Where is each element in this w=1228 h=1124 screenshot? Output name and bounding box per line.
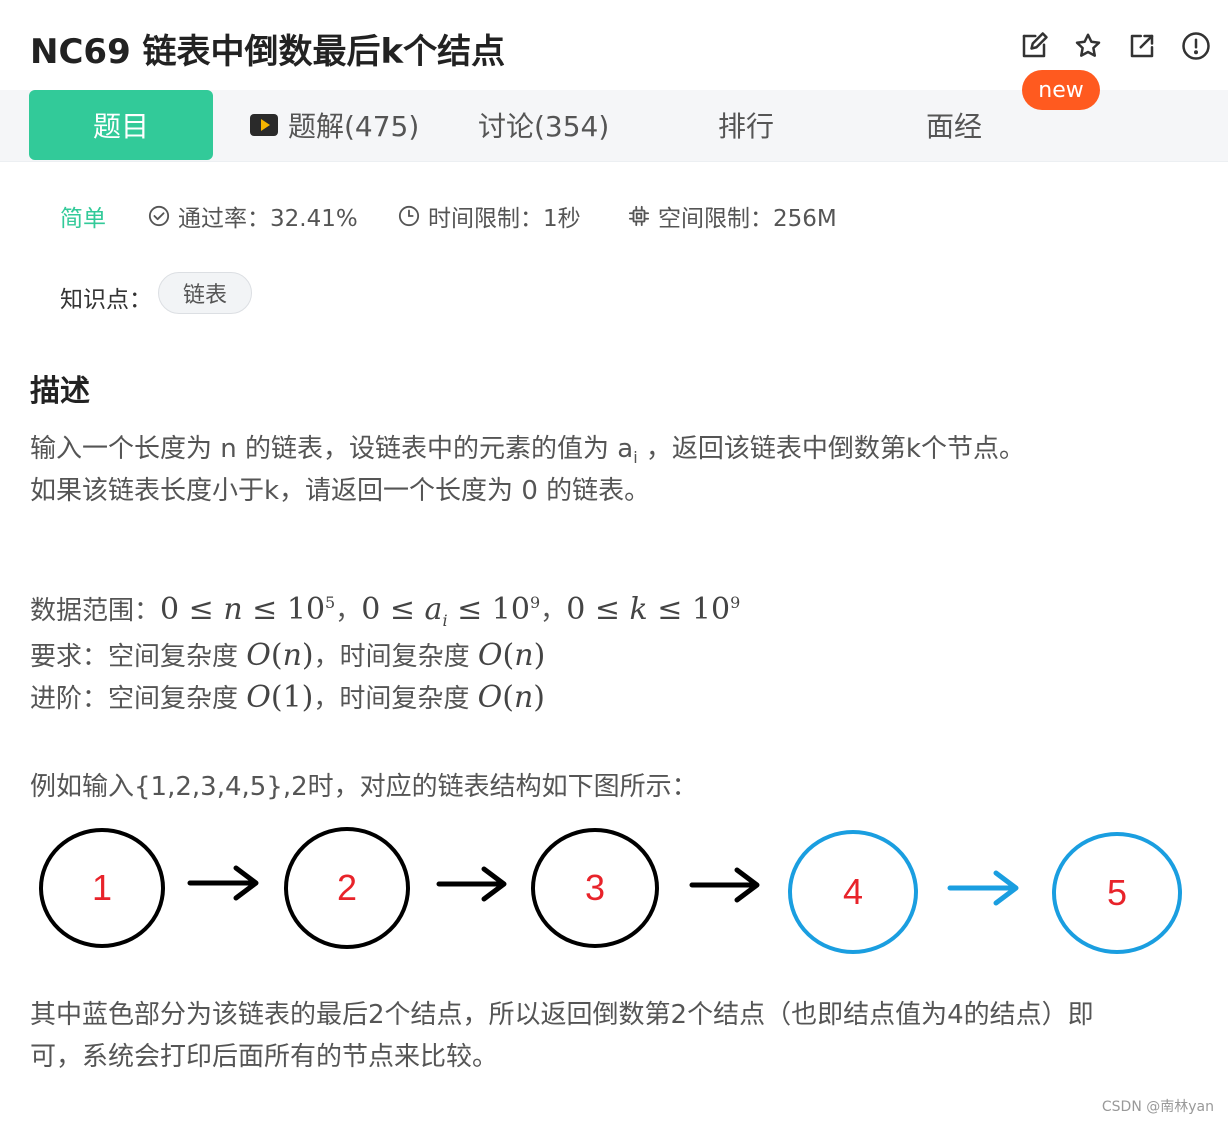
node-value: 5 — [1107, 872, 1127, 913]
toolbar-icons — [1018, 28, 1228, 64]
list-node: 3 — [531, 828, 659, 948]
difficulty-label: 简单 — [60, 206, 106, 232]
node-value: 4 — [843, 871, 863, 912]
chip-icon — [628, 205, 650, 227]
tab-label: 题目 — [92, 110, 149, 143]
time-limit-text: 时间限制：1秒 — [428, 206, 581, 232]
range-label: 数据范围： — [30, 596, 161, 626]
data-range-line: 数据范围：0 ≤ n ≤ 105，0 ≤ ai ≤ 109，0 ≤ k ≤ 10… — [30, 592, 741, 630]
arrow — [436, 866, 507, 902]
explanation-line-1: 其中蓝色部分为该链表的最后2个结点，所以返回倒数第2个结点（也即结点值为4的结点… — [30, 1000, 1094, 1030]
node-value: 1 — [92, 867, 112, 908]
list-node: 2 — [284, 827, 410, 949]
linked-list-diagram: 1 2 3 4 5 — [39, 827, 1182, 954]
new-badge: new — [1022, 70, 1100, 110]
range-formula: 0 ≤ k ≤ 109 — [566, 592, 741, 627]
req-label: 要求：空间复杂度 — [30, 642, 247, 672]
tab-discussion[interactable]: 讨论(354) — [478, 90, 609, 160]
check-circle-icon — [148, 205, 170, 227]
complexity-formula: O(n) — [246, 638, 314, 673]
knowledge-label: 知识点： — [60, 287, 152, 313]
range-formula: 0 ≤ ai ≤ 109 — [361, 592, 541, 630]
desc-text: 输入一个长度为 n 的链表，设链表中的元素的值为 a — [30, 434, 634, 464]
time-limit: 时间限制：1秒 — [398, 198, 581, 234]
tab-ranking[interactable]: 排行 — [718, 90, 774, 160]
list-node-highlighted: 5 — [1052, 832, 1182, 954]
star-icon[interactable] — [1072, 28, 1104, 64]
advanced-line: 进阶：空间复杂度 O(1)，时间复杂度 O(n) — [30, 678, 545, 715]
description-heading: 描述 — [30, 374, 90, 409]
explanation-line-2: 可，系统会打印后面所有的节点来比较。 — [30, 1042, 499, 1072]
adv-label: 进阶：空间复杂度 — [30, 684, 247, 714]
space-limit: 空间限制：256M — [628, 198, 837, 234]
description-line-1: 输入一个长度为 n 的链表，设链表中的元素的值为 ai ，返回该链表中倒数第k个… — [30, 428, 1025, 467]
complexity-formula: O(1) — [246, 680, 314, 715]
pass-rate-text: 通过率：32.41% — [178, 206, 358, 232]
clock-icon — [398, 205, 420, 227]
description-line-2: 如果该链表长度小于k，请返回一个长度为 0 的链表。 — [30, 476, 651, 506]
list-node: 1 — [39, 828, 165, 948]
complexity-formula: O(n) — [477, 680, 546, 715]
arrow — [187, 865, 259, 901]
node-value: 3 — [585, 867, 605, 908]
requirement-line: 要求：空间复杂度 O(n)，时间复杂度 O(n) — [30, 636, 545, 673]
arrow-highlighted — [947, 870, 1019, 906]
tab-solutions[interactable]: 题解(475) — [250, 90, 419, 160]
tab-label: 排行 — [718, 110, 775, 143]
adv-mid: ，时间复杂度 — [313, 684, 478, 714]
arrow — [689, 867, 760, 903]
report-icon[interactable] — [1180, 28, 1212, 64]
edit-icon[interactable] — [1018, 28, 1050, 64]
req-mid: ，时间复杂度 — [313, 642, 478, 672]
knowledge-tag[interactable]: 链表 — [158, 272, 252, 314]
tab-label: 面经 — [926, 110, 983, 143]
tab-label: 讨论(354) — [478, 110, 610, 143]
problem-meta: 简单 通过率：32.41% 时间限制：1秒 空间限制：256M — [0, 198, 1000, 234]
range-formula: 0 ≤ n ≤ 105 — [160, 592, 336, 627]
desc-text: ，返回该链表中倒数第k个节点。 — [637, 434, 1025, 464]
tab-label: 题解(475) — [288, 110, 420, 143]
example-line: 例如输入{1,2,3,4,5},2时，对应的链表结构如下图所示： — [30, 772, 698, 802]
space-limit-text: 空间限制：256M — [658, 206, 837, 232]
node-value: 2 — [337, 867, 357, 908]
video-icon — [250, 114, 278, 136]
tab-problem[interactable]: 题目 — [29, 90, 213, 160]
share-icon[interactable] — [1126, 28, 1158, 64]
watermark: CSDN @南林yan — [1101, 1099, 1214, 1115]
list-node-highlighted: 4 — [788, 830, 918, 954]
page-title: NC69 链表中倒数最后k个结点 — [30, 32, 506, 72]
complexity-formula: O(n) — [477, 638, 546, 673]
tab-interview[interactable]: 面经 — [926, 90, 982, 160]
pass-rate: 通过率：32.41% — [148, 198, 358, 234]
